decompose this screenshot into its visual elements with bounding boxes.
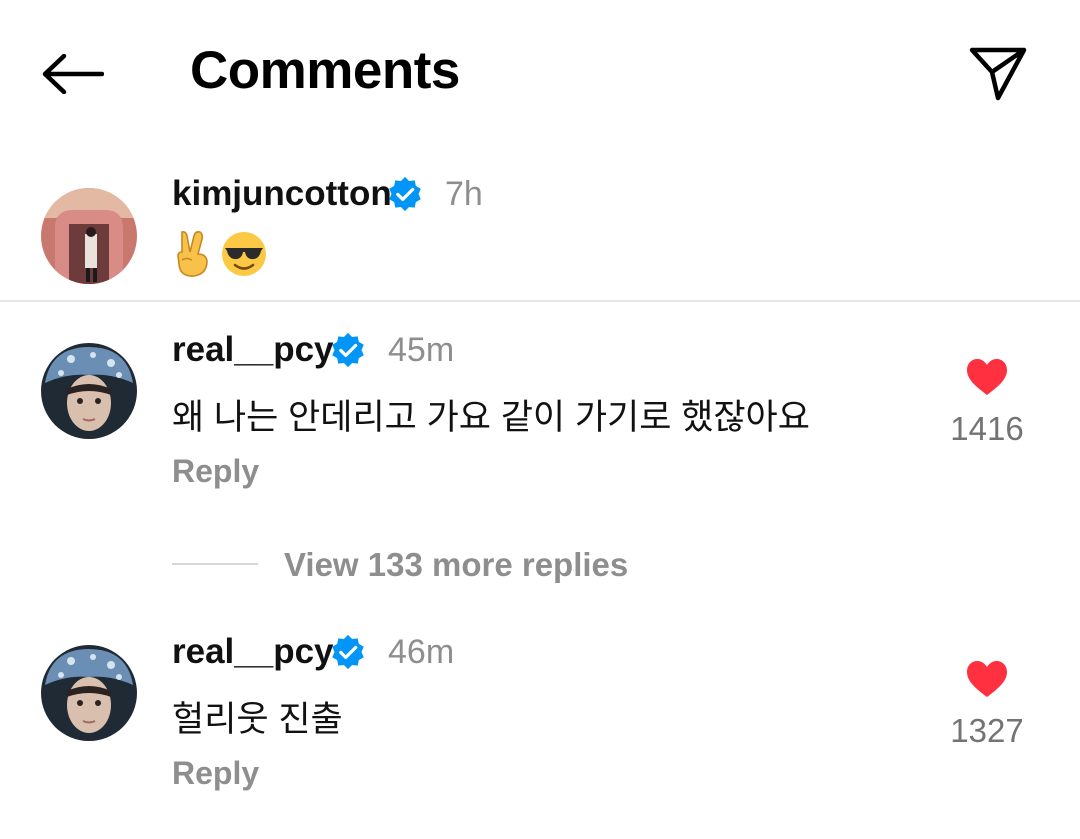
smiling-face-with-sunglasses-emoji bbox=[222, 232, 266, 276]
victory-hand-emoji bbox=[177, 231, 208, 277]
replies-line bbox=[172, 563, 258, 565]
profile-photo bbox=[41, 645, 137, 741]
verified-badge-icon bbox=[332, 634, 364, 670]
page-title: Comments bbox=[190, 41, 460, 100]
like-count: 1416 bbox=[950, 410, 1024, 447]
back-button[interactable] bbox=[36, 42, 110, 106]
heart-icon[interactable] bbox=[965, 357, 1009, 397]
paper-plane-icon bbox=[969, 47, 1027, 101]
avatar[interactable] bbox=[41, 645, 137, 741]
like-count: 1327 bbox=[950, 712, 1024, 749]
comment-text: 헐리웃 진출 bbox=[172, 700, 343, 739]
caption-username[interactable]: kimjuncotton bbox=[172, 174, 392, 214]
reply-button[interactable]: Reply bbox=[172, 755, 259, 792]
view-more-replies-button[interactable]: View 133 more replies bbox=[284, 546, 628, 584]
caption-divider bbox=[0, 300, 1080, 302]
share-button[interactable] bbox=[962, 40, 1034, 108]
comment-text: 왜 나는 안데리고 가요 같이 가기로 했잖아요 bbox=[172, 398, 810, 437]
comment-time: 46m bbox=[388, 633, 455, 671]
verified-badge-icon bbox=[332, 332, 364, 368]
top-bar: Comments bbox=[0, 0, 1080, 150]
caption-text bbox=[172, 230, 272, 280]
profile-photo bbox=[41, 188, 137, 284]
arrow-left-icon bbox=[42, 54, 104, 94]
profile-photo bbox=[41, 343, 137, 439]
heart-icon[interactable] bbox=[965, 659, 1009, 699]
reply-button[interactable]: Reply bbox=[172, 453, 259, 490]
caption-time: 7h bbox=[445, 175, 483, 213]
comment-time: 45m bbox=[388, 331, 455, 369]
verified-badge-icon bbox=[389, 176, 421, 212]
comment-username[interactable]: real__pcy bbox=[172, 330, 334, 370]
avatar[interactable] bbox=[41, 188, 137, 284]
avatar[interactable] bbox=[41, 343, 137, 439]
comment-username[interactable]: real__pcy bbox=[172, 632, 334, 672]
